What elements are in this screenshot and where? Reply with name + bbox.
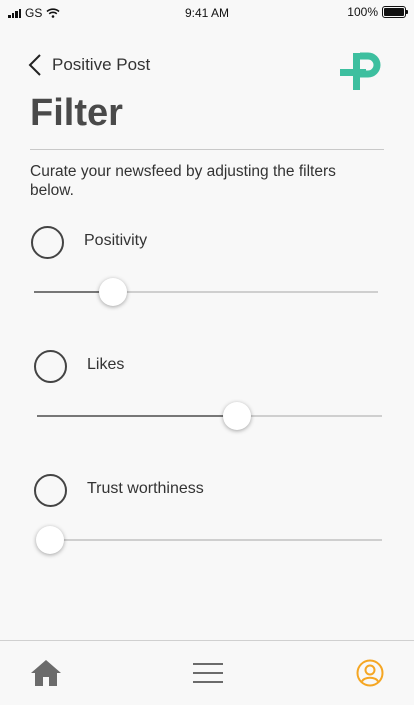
slider-fill xyxy=(37,415,238,417)
menu-icon xyxy=(193,663,223,683)
back-label: Positive Post xyxy=(52,55,151,74)
likes-label: Likes xyxy=(87,356,125,373)
home-icon xyxy=(31,660,61,686)
positivity-toggle[interactable] xyxy=(31,226,64,259)
page-description: Curate your newsfeed by adjusting the fi… xyxy=(30,163,336,199)
chevron-left-icon xyxy=(28,54,41,76)
menu-tab[interactable] xyxy=(168,641,248,705)
positivity-slider[interactable] xyxy=(34,277,378,307)
tab-bar xyxy=(0,640,414,705)
home-tab[interactable] xyxy=(6,641,86,705)
positive-post-logo[interactable] xyxy=(338,50,382,92)
trust-worthiness-toggle[interactable] xyxy=(34,474,67,507)
slider-thumb[interactable] xyxy=(35,526,64,554)
battery-percent: 100% xyxy=(347,5,378,19)
profile-icon xyxy=(356,659,384,687)
divider xyxy=(30,149,384,150)
positivity-label: Positivity xyxy=(84,232,148,249)
likes-toggle[interactable] xyxy=(34,350,67,383)
battery-icon xyxy=(382,6,408,18)
page-title: Filter xyxy=(30,92,123,134)
profile-tab[interactable] xyxy=(330,641,410,705)
trust-worthiness-slider[interactable] xyxy=(35,525,382,555)
slider-thumb[interactable] xyxy=(223,402,252,430)
likes-slider[interactable] xyxy=(37,401,382,431)
slider-thumb[interactable] xyxy=(99,278,128,306)
slider-track xyxy=(37,539,382,541)
back-button[interactable]: Positive Post xyxy=(28,52,150,78)
status-bar: GS 9:41 AM 100% xyxy=(0,0,414,24)
trust-worthiness-label: Trust worthiness xyxy=(87,480,204,497)
